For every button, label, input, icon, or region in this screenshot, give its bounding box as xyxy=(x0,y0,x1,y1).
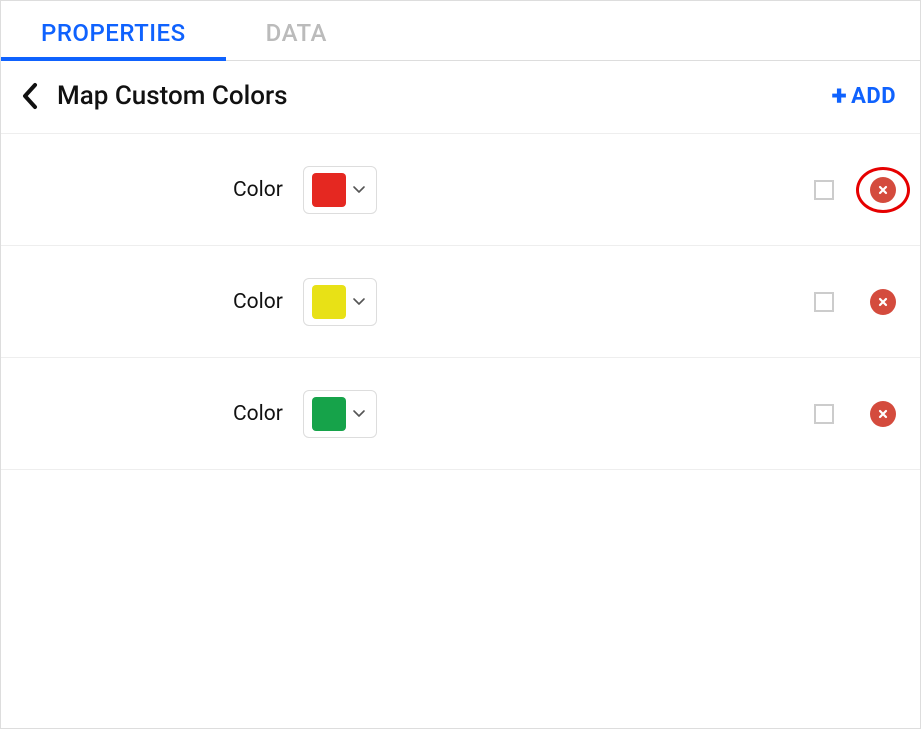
color-label: Color xyxy=(233,402,283,426)
row-left: Color xyxy=(233,278,377,326)
tab-properties-label: PROPERTIES xyxy=(41,19,186,47)
tab-data[interactable]: DATA xyxy=(226,1,367,60)
color-swatch xyxy=(312,397,346,431)
section-header: Map Custom Colors + ADD xyxy=(1,61,920,134)
delete-button-wrapper xyxy=(870,401,896,427)
tab-data-label: DATA xyxy=(266,19,327,47)
color-picker[interactable] xyxy=(303,278,377,326)
color-picker[interactable] xyxy=(303,390,377,438)
color-label: Color xyxy=(233,290,283,314)
row-left: Color xyxy=(233,390,377,438)
chevron-down-icon xyxy=(352,297,366,307)
row-left: Color xyxy=(233,166,377,214)
color-label: Color xyxy=(233,178,283,202)
delete-button-wrapper xyxy=(870,177,896,203)
page-title: Map Custom Colors xyxy=(57,81,288,111)
color-rows: Color Color Color xyxy=(1,134,920,470)
color-row: Color xyxy=(1,134,920,246)
color-row: Color xyxy=(1,358,920,470)
back-button[interactable] xyxy=(21,82,39,110)
header-left: Map Custom Colors xyxy=(21,81,288,111)
row-checkbox[interactable] xyxy=(814,180,834,200)
tabs-container: PROPERTIES DATA xyxy=(1,1,920,61)
chevron-left-icon xyxy=(21,82,39,110)
delete-icon[interactable] xyxy=(870,177,896,203)
color-picker[interactable] xyxy=(303,166,377,214)
delete-button-wrapper xyxy=(870,289,896,315)
tab-properties[interactable]: PROPERTIES xyxy=(1,1,226,60)
delete-icon[interactable] xyxy=(870,289,896,315)
plus-icon: + xyxy=(832,82,847,110)
color-row: Color xyxy=(1,246,920,358)
row-checkbox[interactable] xyxy=(814,292,834,312)
delete-icon[interactable] xyxy=(870,401,896,427)
row-checkbox[interactable] xyxy=(814,404,834,424)
add-button-label: ADD xyxy=(851,84,896,109)
add-button[interactable]: + ADD xyxy=(832,82,896,110)
color-swatch xyxy=(312,173,346,207)
chevron-down-icon xyxy=(352,409,366,419)
chevron-down-icon xyxy=(352,185,366,195)
color-swatch xyxy=(312,285,346,319)
